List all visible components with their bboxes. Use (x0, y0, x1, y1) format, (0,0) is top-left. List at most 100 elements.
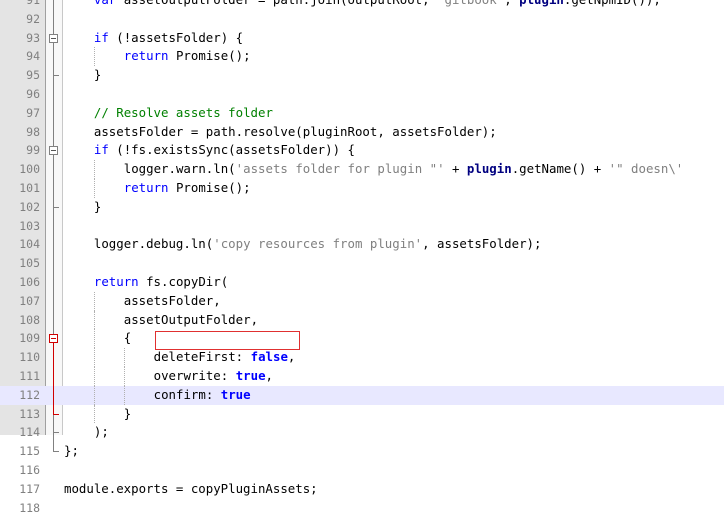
code-token: (!fs.existsSync(assetsFolder)) { (108, 142, 355, 158)
line-number: 94 (26, 49, 40, 64)
code-token: assetOutputFolder, (123, 311, 259, 327)
code-token: plugin (519, 0, 564, 7)
code-line[interactable]: 105 (0, 254, 724, 273)
line-number: 92 (26, 11, 40, 26)
line-number: 115 (19, 444, 40, 459)
fold-guide (46, 216, 62, 236)
code-line[interactable]: 113} (0, 404, 724, 424)
code-token: ; (71, 443, 79, 459)
code-text: return Promise(); (124, 47, 251, 66)
code-token: logger.debug.ln( (93, 236, 214, 252)
code-line[interactable]: 116 (0, 461, 724, 480)
line-number: 112 (19, 387, 40, 402)
fold-guide (46, 423, 62, 443)
code-line[interactable]: 100 logger.warn.ln('assets folder for plu… (0, 160, 724, 179)
indent-guide (93, 404, 95, 424)
code-text: // Resolve assets folder (94, 104, 273, 123)
code-text: if (!fs.existsSync(assetsFolder)) { (94, 141, 355, 160)
code-token: assetsFolder = path.resolve(pluginRoot, … (93, 123, 497, 139)
code-token: if (93, 29, 109, 45)
code-line[interactable]: 104 logger.debug.ln('copy resources from … (0, 235, 724, 255)
code-line[interactable]: 98 assetsFolder = path.resolve(pluginRoot… (0, 122, 724, 142)
code-token: return (123, 48, 169, 64)
code-line[interactable]: 101 return Promise(); (0, 178, 724, 198)
code-line[interactable]: 111 overwrite: true, (0, 366, 724, 386)
code-token: (!assetsFolder) { (108, 29, 244, 45)
fold-guide (46, 235, 62, 255)
code-token: return (123, 179, 169, 195)
code-token: // Resolve assets folder (93, 104, 273, 120)
line-number: 113 (19, 406, 40, 421)
code-token: , assetsFolder); (422, 236, 542, 252)
code-line[interactable]: 114); (0, 423, 724, 443)
code-text: assetOutputFolder, (124, 311, 258, 330)
fold-guide (46, 348, 62, 367)
code-line[interactable]: 107 assetsFolder, (0, 291, 724, 311)
line-number: 110 (19, 350, 40, 365)
code-token: assetOutputFolder = path. (124, 0, 311, 7)
code-line[interactable]: 117 module.exports = copyPluginAssets; (0, 480, 724, 499)
line-number: 104 (19, 237, 40, 252)
fold-toggle-icon[interactable] (46, 329, 62, 349)
line-number: 93 (26, 30, 40, 45)
code-line[interactable]: 94 return Promise(); (0, 47, 724, 67)
fold-guide (46, 499, 62, 517)
line-number: 108 (19, 312, 40, 327)
code-line[interactable]: 102} (0, 197, 724, 217)
code-line[interactable]: 97 // Resolve assets folder (0, 103, 724, 123)
code-editor[interactable]: 91 var assetOutputFolder = path.join(outp… (0, 0, 724, 515)
code-token: + (444, 161, 467, 177)
fold-guide (46, 0, 62, 10)
code-line[interactable]: 99 if (!fs.existsSync(assetsFolder)) { (0, 141, 724, 161)
line-number: 102 (19, 199, 40, 214)
fold-guide (46, 254, 62, 273)
code-token: Promise(); (168, 179, 251, 195)
fold-toggle-icon[interactable] (46, 141, 62, 161)
code-token: logger.warn.ln( (123, 161, 236, 177)
line-number: 103 (19, 218, 40, 233)
code-text: logger.warn.ln('assets folder for plugin… (124, 160, 684, 179)
line-number: 100 (19, 162, 40, 177)
indent-guide (93, 366, 95, 386)
line-number: 105 (19, 256, 40, 271)
code-line[interactable]: 96 (0, 84, 724, 104)
code-token: plugin (466, 161, 512, 177)
code-line[interactable]: 115}; (0, 442, 724, 461)
code-token: assetsFolder, (123, 292, 221, 308)
code-text: }; (64, 442, 79, 461)
indent-guide (93, 160, 95, 179)
line-number: 117 (19, 481, 40, 496)
code-token: if (93, 142, 109, 158)
code-token: deleteFirst: (153, 349, 251, 365)
code-text: { (124, 329, 131, 348)
code-token: confirm: (153, 386, 221, 402)
code-line[interactable]: 92 (0, 9, 724, 29)
code-line[interactable]: 95} (0, 66, 724, 85)
code-token: , (265, 367, 273, 383)
code-line[interactable]: 91 var assetOutputFolder = path.join(outp… (0, 0, 724, 10)
fold-guide (46, 461, 62, 480)
fold-guide (46, 272, 62, 292)
code-line[interactable]: 109 { (0, 329, 724, 349)
fold-guide (46, 404, 62, 424)
code-line[interactable]: 108 assetOutputFolder, (0, 310, 724, 330)
code-line[interactable]: 103 (0, 216, 724, 236)
fold-guide (46, 103, 62, 123)
code-line[interactable]: 112 confirm: true (0, 385, 724, 405)
line-number: 98 (26, 124, 40, 139)
code-token: { (123, 330, 132, 346)
code-token: fs.copyDir( (138, 273, 229, 289)
fold-guide (46, 442, 62, 461)
code-line[interactable]: 106 return fs.copyDir( (0, 272, 724, 292)
indent-guide (93, 310, 95, 330)
code-text: module.exports = copyPluginAssets; (64, 480, 318, 499)
code-line[interactable]: 118 (0, 499, 724, 517)
code-token: , (287, 349, 296, 365)
code-line[interactable]: 110 deleteFirst: false, (0, 348, 724, 367)
code-token: } (64, 443, 72, 459)
code-text: } (124, 405, 131, 424)
code-line[interactable]: 93 if (!assetsFolder) { (0, 28, 724, 48)
code-token: .getNpmID()); (564, 0, 661, 7)
fold-toggle-icon[interactable] (46, 28, 62, 48)
code-token: Promise(); (168, 48, 251, 64)
